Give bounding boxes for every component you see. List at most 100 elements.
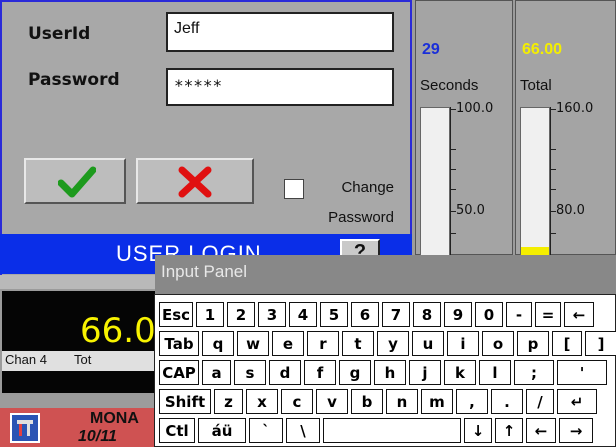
key-sym0-13[interactable]: ← bbox=[564, 302, 594, 327]
key-sym3-11[interactable]: ↵ bbox=[557, 389, 597, 414]
key-ctl[interactable]: Ctl bbox=[159, 418, 195, 443]
key-b[interactable]: b bbox=[351, 389, 383, 414]
key-8[interactable]: 8 bbox=[413, 302, 441, 327]
key-e[interactable]: e bbox=[272, 331, 304, 356]
total-scale-top: 160.0 bbox=[556, 101, 594, 116]
key-h[interactable]: h bbox=[374, 360, 406, 385]
checkmark-icon bbox=[58, 166, 96, 198]
seconds-panel: 29 Seconds 100.0 50.0 bbox=[415, 0, 513, 257]
key-z[interactable]: z bbox=[214, 389, 243, 414]
key-s[interactable]: s bbox=[234, 360, 266, 385]
seconds-scale-top: 100.0 bbox=[456, 101, 494, 116]
key-sym4-7[interactable]: ← bbox=[526, 418, 556, 443]
key-y[interactable]: y bbox=[377, 331, 409, 356]
seconds-value: 29 bbox=[422, 41, 440, 58]
status-date: 10/11 bbox=[78, 428, 117, 445]
key-2[interactable]: 2 bbox=[227, 302, 255, 327]
status-bar: MONA 10/11 bbox=[0, 408, 160, 447]
total-gauge bbox=[520, 107, 550, 257]
key-x[interactable]: x bbox=[246, 389, 278, 414]
key-4[interactable]: 4 bbox=[289, 302, 317, 327]
key-7[interactable]: 7 bbox=[382, 302, 410, 327]
channel-total-label: Tot bbox=[74, 352, 92, 367]
color-strip bbox=[0, 275, 160, 289]
change-password-label: Change bbox=[341, 179, 394, 196]
key-5[interactable]: 5 bbox=[320, 302, 348, 327]
scale-tick bbox=[550, 169, 556, 170]
key-v[interactable]: v bbox=[316, 389, 348, 414]
key-sym4-5[interactable]: ↓ bbox=[464, 418, 492, 443]
key-f[interactable]: f bbox=[304, 360, 336, 385]
channel-info-strip: Chan 4 Tot bbox=[2, 351, 158, 371]
key-9[interactable]: 9 bbox=[444, 302, 472, 327]
key-j[interactable]: j bbox=[409, 360, 441, 385]
cancel-button[interactable] bbox=[136, 158, 254, 204]
change-password-label-line2: Password bbox=[328, 209, 394, 226]
key-sym3-8[interactable]: , bbox=[456, 389, 488, 414]
key-shift[interactable]: Shift bbox=[159, 389, 211, 414]
userid-label: UserId bbox=[28, 24, 91, 44]
channel-display: 66.0 Chan 4 Tot bbox=[0, 289, 160, 395]
scale-tick bbox=[450, 189, 456, 190]
tools-icon[interactable] bbox=[10, 413, 40, 443]
key-l[interactable]: l bbox=[479, 360, 511, 385]
seconds-scale-line bbox=[450, 107, 451, 257]
scale-tick bbox=[450, 233, 456, 234]
scale-tick bbox=[550, 149, 556, 150]
key-sym4-6[interactable]: ↑ bbox=[495, 418, 523, 443]
userid-field[interactable]: Jeff bbox=[166, 12, 394, 52]
key-sym0-12[interactable]: = bbox=[535, 302, 561, 327]
key-g[interactable]: g bbox=[339, 360, 371, 385]
key-sym0-11[interactable]: - bbox=[506, 302, 532, 327]
key-sym4-2[interactable]: ` bbox=[249, 418, 283, 443]
key-sym2-11[interactable]: ' bbox=[557, 360, 607, 385]
key-r[interactable]: r bbox=[307, 331, 339, 356]
key-n[interactable]: n bbox=[386, 389, 418, 414]
key-1[interactable]: 1 bbox=[196, 302, 224, 327]
key-sym4-1[interactable]: áü bbox=[198, 418, 246, 443]
key-cap[interactable]: CAP bbox=[159, 360, 199, 385]
scale-tick bbox=[550, 233, 556, 234]
key-c[interactable]: c bbox=[281, 389, 313, 414]
total-scale-line bbox=[550, 107, 551, 257]
key-u[interactable]: u bbox=[412, 331, 444, 356]
key-sym1-11[interactable]: [ bbox=[552, 331, 582, 356]
scale-tick bbox=[450, 169, 456, 170]
key-t[interactable]: t bbox=[342, 331, 374, 356]
key-sym2-10[interactable]: ; bbox=[514, 360, 554, 385]
key-3[interactable]: 3 bbox=[258, 302, 286, 327]
key-p[interactable]: p bbox=[517, 331, 549, 356]
key-esc[interactable]: Esc bbox=[159, 302, 193, 327]
key-sym3-9[interactable]: . bbox=[491, 389, 523, 414]
key-a[interactable]: a bbox=[202, 360, 231, 385]
seconds-label: Seconds bbox=[420, 77, 479, 94]
total-scale-mid: 80.0 bbox=[556, 203, 585, 218]
scale-tick bbox=[450, 149, 456, 150]
key-0[interactable]: 0 bbox=[475, 302, 503, 327]
key-space[interactable] bbox=[323, 418, 461, 443]
channel-label: Chan 4 bbox=[5, 352, 47, 367]
input-panel-title: Input Panel bbox=[161, 262, 248, 281]
cross-icon bbox=[178, 166, 212, 198]
soft-keyboard: Esc 1 2 3 4 5 6 7 8 9 0- = ← Tab q w e r t y u i o p[] CAP a s d f g h… bbox=[154, 294, 616, 447]
seconds-scale-mid: 50.0 bbox=[456, 203, 485, 218]
total-panel: 66.00 Total 160.0 80.0 bbox=[515, 0, 616, 257]
key-sym1-12[interactable]: ] bbox=[585, 331, 616, 356]
key-sym4-3[interactable]: \ bbox=[286, 418, 320, 443]
ok-button[interactable] bbox=[24, 158, 126, 204]
password-field[interactable]: ***** bbox=[166, 68, 394, 106]
key-tab[interactable]: Tab bbox=[159, 331, 199, 356]
key-sym3-10[interactable]: / bbox=[526, 389, 554, 414]
key-q[interactable]: q bbox=[202, 331, 234, 356]
change-password-checkbox[interactable] bbox=[284, 179, 304, 199]
key-d[interactable]: d bbox=[269, 360, 301, 385]
status-day: MONA bbox=[90, 410, 139, 427]
seconds-gauge bbox=[420, 107, 450, 257]
key-w[interactable]: w bbox=[237, 331, 269, 356]
key-sym4-8[interactable]: → bbox=[559, 418, 593, 443]
key-6[interactable]: 6 bbox=[351, 302, 379, 327]
key-m[interactable]: m bbox=[421, 389, 453, 414]
key-i[interactable]: i bbox=[447, 331, 479, 356]
key-o[interactable]: o bbox=[482, 331, 514, 356]
key-k[interactable]: k bbox=[444, 360, 476, 385]
